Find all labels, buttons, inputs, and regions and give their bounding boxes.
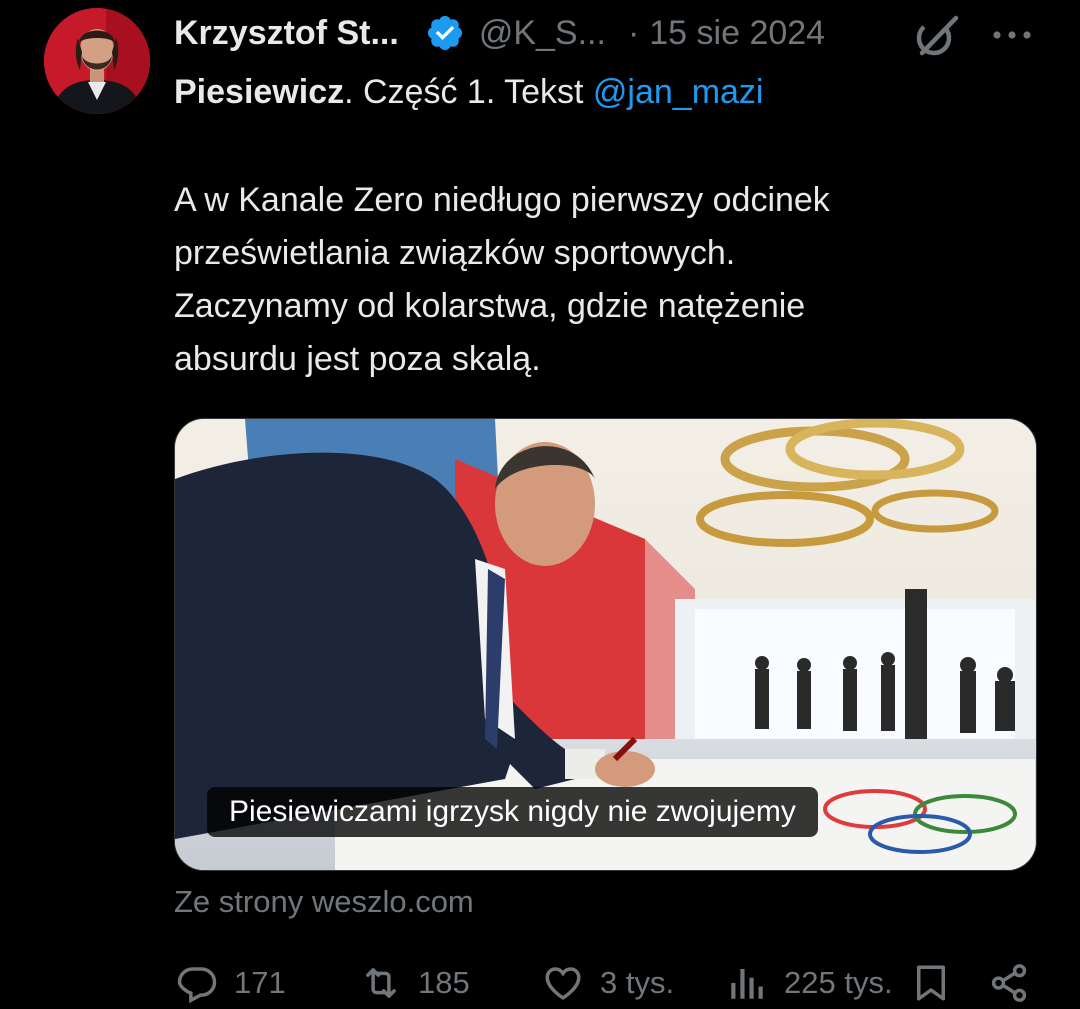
views-count: 225 tys.	[784, 965, 893, 1000]
tweet-header: Krzysztof St... @K_S... · 15 sie 2024	[174, 8, 825, 58]
verified-badge-icon[interactable]	[425, 13, 465, 53]
tweet-text-segment: . Część 1. Tekst	[344, 73, 593, 111]
views-icon	[731, 969, 763, 999]
reply-icon	[177, 967, 217, 1004]
like-count: 3 tys.	[600, 965, 675, 1000]
like-button[interactable]: 3 tys.	[542, 955, 674, 1009]
retweet-icon	[366, 968, 396, 998]
tweet-body-line: Zaczynamy od kolarstwa, gdzie natężenie	[174, 287, 806, 325]
tweet-body-line: absurdu jest poza skalą.	[174, 340, 541, 378]
card-source[interactable]: Ze strony weszlo.com	[174, 880, 474, 924]
retweet-button[interactable]: 185	[360, 955, 470, 1009]
tweet: Krzysztof St... @K_S... · 15 sie 2024 Pi…	[0, 0, 1080, 1009]
tweet-body-line: prześwietlania związków sportowych.	[174, 234, 736, 272]
author-handle[interactable]: @K_S...	[479, 14, 606, 53]
link-card[interactable]: Piesiewiczami igrzysk nigdy nie zwojujem…	[174, 418, 1037, 871]
tweet-date[interactable]: 15 sie 2024	[649, 14, 825, 53]
avatar[interactable]	[44, 8, 150, 114]
share-icon	[991, 964, 1027, 1002]
card-title: Piesiewiczami igrzysk nigdy nie zwojujem…	[207, 787, 818, 837]
more-options-icon[interactable]	[990, 25, 1034, 45]
grok-icon[interactable]	[912, 12, 960, 60]
tweet-text-line-1: Piesiewicz. Część 1. Tekst @jan_mazi	[174, 68, 764, 116]
bookmark-button[interactable]	[910, 955, 952, 1009]
reply-button[interactable]: 171	[176, 955, 286, 1009]
separator-dot: ·	[627, 13, 640, 52]
author-name[interactable]: Krzysztof St...	[174, 14, 399, 53]
tweet-body: A w Kanale Zero niedługo pierwszy odcine…	[174, 174, 1034, 386]
tweet-body-line: A w Kanale Zero niedługo pierwszy odcine…	[174, 181, 830, 219]
tweet-bold-text: Piesiewicz	[174, 73, 345, 111]
views-button[interactable]: 225 tys.	[726, 955, 893, 1009]
heart-icon	[545, 967, 581, 1000]
bookmark-icon	[917, 965, 945, 1001]
avatar-photo	[44, 8, 150, 114]
share-button[interactable]	[988, 955, 1030, 1009]
reply-count: 171	[234, 965, 286, 1000]
retweet-count: 185	[418, 965, 470, 1000]
mention-link[interactable]: @jan_mazi	[593, 73, 764, 111]
action-bar: 171 185 3 tys. 225 tys.	[0, 955, 1080, 1009]
